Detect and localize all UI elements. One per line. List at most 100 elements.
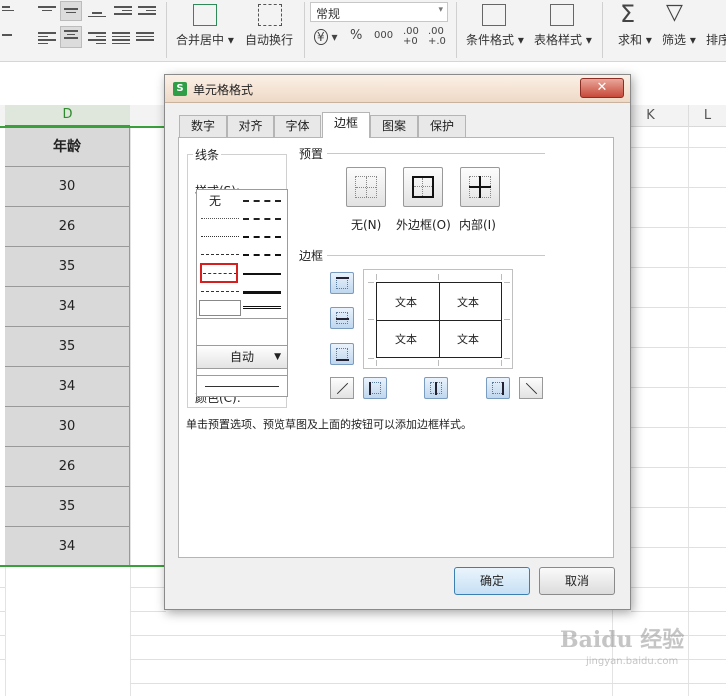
watermark-url: jingyan.baidu.com — [586, 656, 679, 667]
wrap-text-button[interactable]: 自动换行 — [245, 31, 293, 48]
line-style-option[interactable] — [243, 236, 281, 238]
preview-text: 文本 — [395, 333, 417, 346]
line-style-list[interactable]: 无 — [196, 189, 288, 319]
currency-icon[interactable]: ¥ ▾ — [314, 29, 337, 45]
close-button[interactable]: ✕ — [580, 78, 624, 98]
line-style-option[interactable] — [201, 236, 239, 237]
table-cell[interactable]: 34 — [5, 527, 130, 567]
cell-format-dialog: S 单元格格式 ✕ 数字 对齐 字体 边框 图案 保护 线条 样式(S): 颜色… — [164, 74, 631, 610]
table-cell[interactable]: 35 — [5, 327, 130, 367]
chevron-down-icon: ▼ — [274, 352, 281, 362]
tab-alignment[interactable]: 对齐 — [227, 115, 274, 137]
conditional-format-icon[interactable] — [482, 4, 506, 26]
dialog-titlebar[interactable]: S 单元格格式 ✕ — [165, 75, 630, 103]
line-style-option[interactable] — [201, 291, 239, 292]
preset-inside-button[interactable] — [460, 167, 500, 207]
baidu-watermark: Baidu 经验 jingyan.baidu.com — [560, 622, 720, 692]
tab-pattern[interactable]: 图案 — [370, 115, 418, 137]
font-size-increase-icon[interactable] — [2, 4, 20, 18]
border-left-button[interactable] — [363, 377, 387, 399]
line-style-option[interactable] — [201, 254, 239, 255]
line-style-option[interactable] — [243, 254, 281, 256]
table-cell[interactable]: 30 — [5, 167, 130, 207]
merge-center-icon[interactable] — [193, 4, 217, 26]
preview-text: 文本 — [457, 333, 479, 346]
table-header-cell[interactable]: 年龄 — [5, 127, 130, 167]
column-header-l[interactable]: L — [688, 105, 726, 127]
preset-inside-label: 内部(I) — [459, 218, 496, 232]
border-diagonal-up-button[interactable] — [330, 377, 354, 399]
filter-icon[interactable]: ▽ — [666, 0, 683, 25]
decrease-indent-icon[interactable] — [114, 4, 132, 18]
table-style-button[interactable]: 表格样式 ▾ — [534, 31, 592, 48]
line-group-title: 线条 — [193, 146, 222, 163]
border-preview[interactable]: 文本 文本 文本 文本 — [363, 269, 513, 369]
sum-button[interactable]: 求和 ▾ — [618, 31, 652, 48]
preset-none-label: 无(N) — [351, 218, 382, 232]
merge-center-button[interactable]: 合并居中 ▾ — [176, 31, 234, 48]
wrap-text-icon[interactable] — [258, 4, 282, 26]
line-style-selected[interactable] — [200, 263, 238, 283]
line-style-option[interactable] — [243, 200, 281, 202]
border-inner-horizontal-button[interactable] — [330, 307, 354, 329]
align-center-icon[interactable] — [60, 26, 82, 48]
column-header-d[interactable]: D — [5, 105, 130, 127]
preview-text: 文本 — [395, 296, 417, 309]
table-cell[interactable]: 30 — [5, 407, 130, 447]
table-cell[interactable]: 35 — [5, 487, 130, 527]
conditional-format-button[interactable]: 条件格式 ▾ — [466, 31, 524, 48]
increase-decimal-icon[interactable]: .00 +0 — [403, 27, 425, 47]
preset-outline-button[interactable] — [403, 167, 443, 207]
align-bottom-icon[interactable] — [88, 4, 106, 18]
tab-border[interactable]: 边框 — [322, 112, 370, 138]
border-group-title: 边框 — [297, 247, 326, 264]
line-style-option[interactable] — [243, 306, 281, 309]
table-style-icon[interactable] — [550, 4, 574, 26]
line-style-option[interactable] — [201, 218, 239, 219]
justify-icon[interactable] — [112, 30, 130, 44]
ribbon-toolbar: 合并居中 ▾ 自动换行 常规 ▾ ¥ ▾ % 000 .00 +0 .00 +.0… — [0, 0, 726, 62]
clear-format-icon[interactable] — [2, 32, 20, 46]
table-cell[interactable]: 26 — [5, 447, 130, 487]
align-middle-icon[interactable] — [60, 1, 82, 21]
border-inner-vertical-button[interactable] — [424, 377, 448, 399]
border-top-button[interactable] — [330, 272, 354, 294]
line-style-option[interactable] — [199, 300, 241, 316]
table-cell[interactable]: 34 — [5, 287, 130, 327]
sum-icon[interactable]: Σ — [620, 0, 635, 28]
increase-indent-icon[interactable] — [138, 4, 156, 18]
tab-number[interactable]: 数字 — [179, 115, 227, 137]
preset-outline-icon — [412, 176, 434, 198]
cancel-button[interactable]: 取消 — [539, 567, 615, 595]
align-top-icon[interactable] — [38, 4, 56, 18]
align-right-icon[interactable] — [88, 30, 106, 44]
tab-protection[interactable]: 保护 — [418, 115, 466, 137]
sort-button[interactable]: 排序 — [706, 31, 726, 48]
thousands-separator-icon[interactable]: 000 — [374, 30, 393, 41]
preset-none-button[interactable] — [346, 167, 386, 207]
selection-border-top — [0, 126, 166, 128]
preset-inside-icon — [469, 176, 491, 198]
distributed-align-icon[interactable] — [136, 30, 154, 44]
line-style-option[interactable] — [243, 273, 281, 275]
ok-button[interactable]: 确定 — [454, 567, 530, 595]
diagonal-down-icon — [525, 382, 538, 395]
table-cell[interactable]: 26 — [5, 207, 130, 247]
border-bottom-button[interactable] — [330, 343, 354, 365]
tab-font[interactable]: 字体 — [274, 115, 321, 137]
percent-icon[interactable]: % — [350, 28, 362, 43]
table-cell[interactable]: 35 — [5, 247, 130, 287]
line-style-option[interactable] — [243, 218, 281, 220]
decrease-decimal-icon[interactable]: .00 +.0 — [428, 27, 450, 47]
line-style-option[interactable] — [243, 291, 281, 294]
align-left-icon[interactable] — [38, 30, 56, 44]
filter-button[interactable]: 筛选 ▾ — [662, 31, 696, 48]
color-select[interactable]: 自动 ▼ — [196, 345, 288, 369]
line-style-none[interactable]: 无 — [209, 192, 221, 209]
app-logo-icon: S — [173, 82, 187, 96]
preview-grid: 文本 文本 文本 文本 — [376, 282, 502, 358]
border-diagonal-down-button[interactable] — [519, 377, 543, 399]
border-right-button[interactable] — [486, 377, 510, 399]
number-format-select[interactable]: 常规 ▾ — [310, 2, 448, 22]
table-cell[interactable]: 34 — [5, 367, 130, 407]
